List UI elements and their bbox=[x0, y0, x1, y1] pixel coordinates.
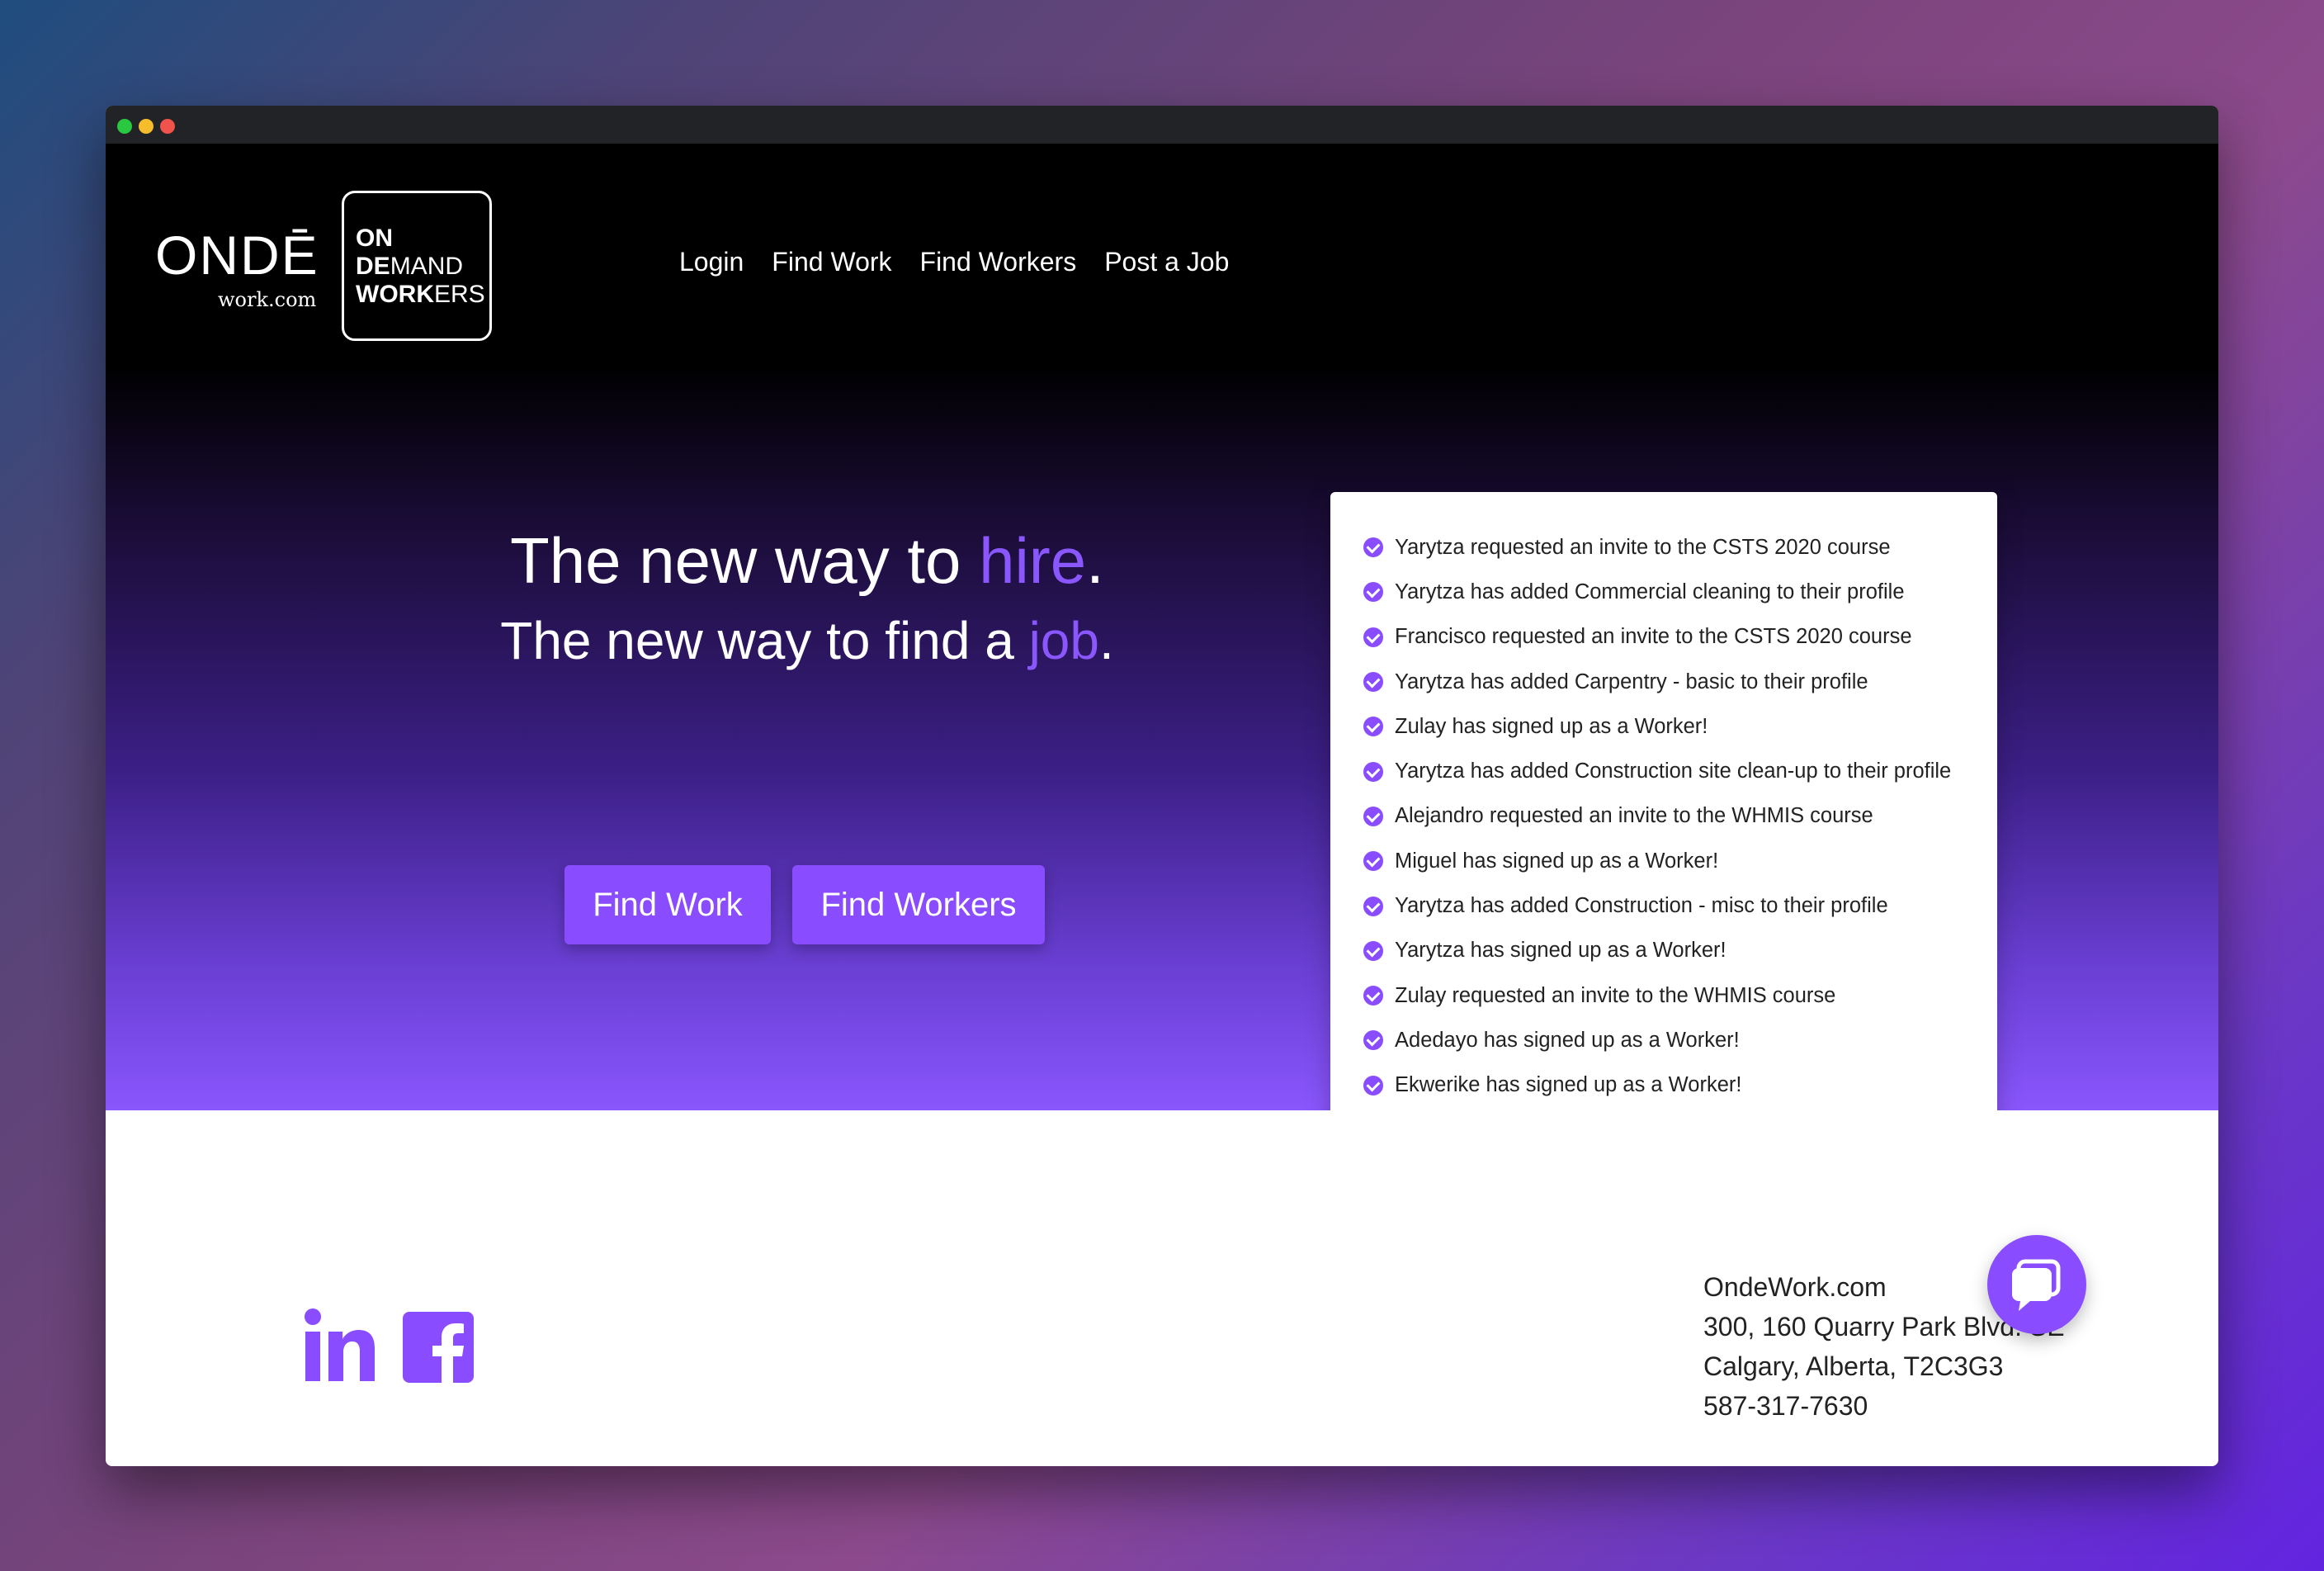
check-circle-icon bbox=[1363, 940, 1383, 961]
activity-text: Alejandro requested an invite to the WHM… bbox=[1395, 804, 1873, 828]
check-circle-icon bbox=[1363, 986, 1383, 1006]
activity-text: Miguel has signed up as a Worker! bbox=[1395, 849, 1719, 873]
check-circle-icon bbox=[1363, 717, 1383, 737]
find-workers-button[interactable]: Find Workers bbox=[792, 865, 1045, 944]
activity-item: Yarytza has added Construction - misc to… bbox=[1363, 883, 1997, 928]
hero-title-accent: hire bbox=[979, 524, 1087, 597]
activity-item: Adedayo has signed up as a Worker! bbox=[1363, 1018, 1997, 1062]
check-circle-icon bbox=[1363, 896, 1383, 916]
hero-subtitle: The new way to find a job. bbox=[394, 608, 1220, 674]
activity-item: Zulay has signed up as a Worker! bbox=[1363, 704, 1997, 749]
activity-text: Zulay has signed up as a Worker! bbox=[1395, 714, 1708, 738]
chat-bubble-button[interactable] bbox=[1987, 1235, 2086, 1334]
logo-badge-text: MAND bbox=[390, 253, 464, 280]
activity-item: Yarytza has added Commercial cleaning to… bbox=[1363, 570, 1997, 614]
activity-text: Zulay requested an invite to the WHMIS c… bbox=[1395, 983, 1836, 1007]
activity-item: Alejandro requested an invite to the WHM… bbox=[1363, 794, 1997, 839]
hero-subtitle-suffix: . bbox=[1098, 611, 1114, 670]
logo-subtitle: work.com bbox=[218, 288, 317, 311]
activity-item: Zulay requested an invite to the WHMIS c… bbox=[1363, 973, 1997, 1018]
activity-item: Yarytza has added Carpentry - basic to t… bbox=[1363, 660, 1997, 704]
window-titlebar bbox=[106, 106, 2218, 144]
nav-login[interactable]: Login bbox=[679, 247, 744, 277]
logo-badge-bold: DE bbox=[356, 253, 390, 280]
browser-window: ONDĒ work.com ON DEMAND WORKERS Login Fi… bbox=[106, 106, 2218, 1466]
activity-text: Ekwerike has signed up as a Worker! bbox=[1395, 1073, 1742, 1097]
window-minimize-button[interactable] bbox=[139, 119, 154, 134]
activity-text: Adedayo has signed up as a Worker! bbox=[1395, 1028, 1740, 1052]
social-links bbox=[304, 1308, 474, 1383]
nav-post-job[interactable]: Post a Job bbox=[1104, 247, 1229, 277]
linkedin-icon[interactable] bbox=[304, 1308, 375, 1383]
address-line: Calgary, Alberta, T2C3G3 bbox=[1703, 1351, 2004, 1381]
activity-text: Yarytza has added Construction site clea… bbox=[1395, 759, 1952, 783]
activity-item: Francisco requested an invite to the CST… bbox=[1363, 615, 1997, 660]
hero-title-prefix: The new way to bbox=[510, 524, 980, 597]
activity-text: Francisco requested an invite to the CST… bbox=[1395, 625, 1912, 649]
activity-text: Yarytza has added Construction - misc to… bbox=[1395, 894, 1888, 918]
phone-number: 587-317-7630 bbox=[1703, 1391, 1868, 1421]
nav-find-workers[interactable]: Find Workers bbox=[920, 247, 1077, 277]
logo-badge-bold: WORK bbox=[356, 281, 434, 308]
logo-badge-bold: ON bbox=[356, 225, 393, 252]
activity-text: Yarytza has added Carpentry - basic to t… bbox=[1395, 670, 1868, 693]
activity-text: Yarytza has signed up as a Worker! bbox=[1395, 939, 1726, 963]
check-circle-icon bbox=[1363, 1030, 1383, 1051]
activity-text: Yarytza has added Commercial cleaning to… bbox=[1395, 580, 1905, 603]
main-nav: Login Find Work Find Workers Post a Job bbox=[679, 247, 1229, 277]
check-circle-icon bbox=[1363, 672, 1383, 693]
hero-title-suffix: . bbox=[1086, 524, 1104, 597]
facebook-icon[interactable] bbox=[403, 1312, 474, 1383]
activity-item: Yarytza has signed up as a Worker! bbox=[1363, 929, 1997, 973]
site-logo[interactable]: ONDĒ work.com ON DEMAND WORKERS bbox=[155, 191, 494, 341]
activity-item: Miguel has signed up as a Worker! bbox=[1363, 839, 1997, 883]
check-circle-icon bbox=[1363, 627, 1383, 647]
nav-find-work[interactable]: Find Work bbox=[772, 247, 891, 277]
logo-wordmark: ONDĒ bbox=[155, 225, 319, 286]
activity-text: Yarytza requested an invite to the CSTS … bbox=[1395, 535, 1891, 559]
check-circle-icon bbox=[1363, 537, 1383, 558]
check-circle-icon bbox=[1363, 851, 1383, 872]
activity-item: Yarytza has added Construction site clea… bbox=[1363, 749, 1997, 793]
hero-subtitle-prefix: The new way to find a bbox=[500, 611, 1029, 670]
hero-section: ONDĒ work.com ON DEMAND WORKERS Login Fi… bbox=[106, 144, 2218, 1138]
find-work-button[interactable]: Find Work bbox=[564, 865, 771, 944]
chat-icon bbox=[2012, 1259, 2061, 1311]
hero-title: The new way to hire. bbox=[394, 523, 1220, 598]
hero-headline: The new way to hire. The new way to find… bbox=[394, 523, 1220, 674]
window-maximize-button[interactable] bbox=[117, 119, 132, 134]
hero-subtitle-accent: job bbox=[1028, 611, 1099, 670]
activity-item: Yarytza requested an invite to the CSTS … bbox=[1363, 525, 1997, 570]
logo-badge: ON DEMAND WORKERS bbox=[342, 191, 492, 341]
activity-feed: Yarytza requested an invite to the CSTS … bbox=[1330, 492, 1997, 1138]
activity-item: Ekwerike has signed up as a Worker! bbox=[1363, 1063, 1997, 1108]
check-circle-icon bbox=[1363, 761, 1383, 782]
check-circle-icon bbox=[1363, 1075, 1383, 1095]
window-close-button[interactable] bbox=[160, 119, 175, 134]
logo-badge-text: ERS bbox=[433, 281, 485, 308]
check-circle-icon bbox=[1363, 806, 1383, 826]
site-footer: OndeWork.com 300, 160 Quarry Park Blvd. … bbox=[106, 1110, 2218, 1466]
check-circle-icon bbox=[1363, 582, 1383, 603]
